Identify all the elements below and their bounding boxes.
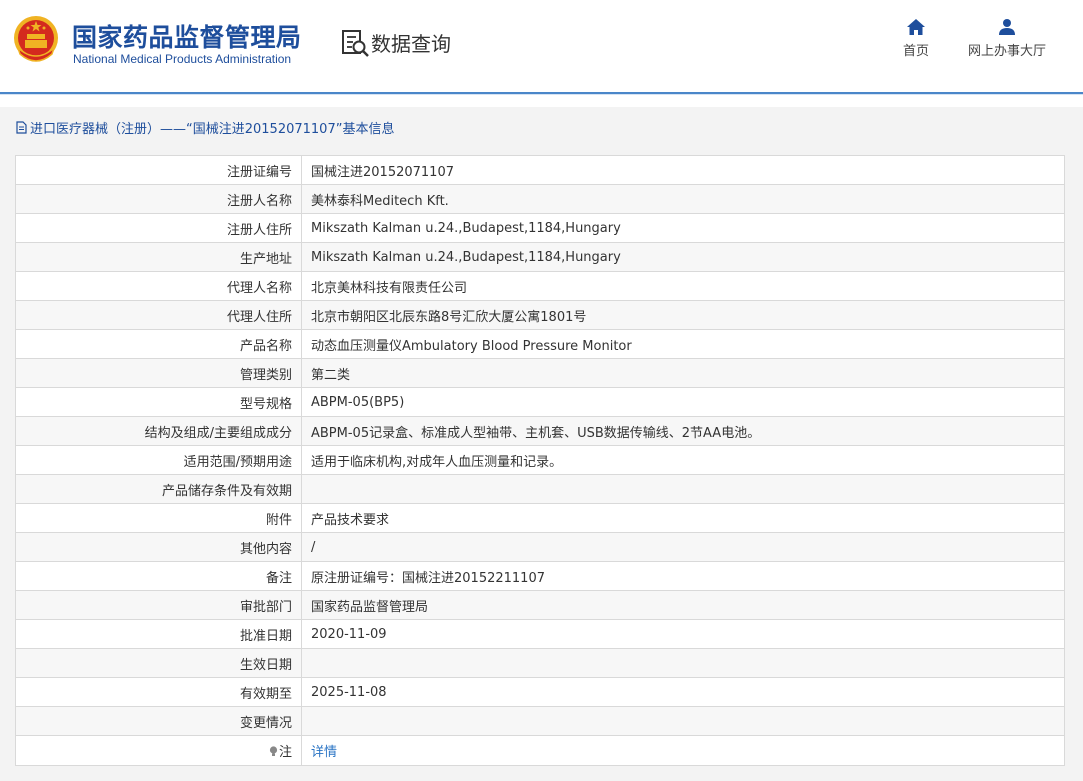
table-row-note: 注 详情 xyxy=(15,735,1065,766)
field-label: 管理类别 xyxy=(15,358,302,388)
field-label: 生产地址 xyxy=(15,242,302,272)
breadcrumb: 进口医疗器械（注册）——“国械注进20152071107”基本信息 xyxy=(16,118,394,137)
table-row: 批准日期 2020-11-09 xyxy=(15,619,1065,649)
field-label: 备注 xyxy=(15,561,302,591)
note-label: 注 xyxy=(278,745,292,760)
field-label: 变更情况 xyxy=(15,706,302,736)
field-label: 产品名称 xyxy=(15,329,302,359)
field-label: 生效日期 xyxy=(15,648,302,678)
field-label: 适用范围/预期用途 xyxy=(15,445,302,475)
header-divider-shadow xyxy=(0,94,1083,95)
field-value: 北京美林科技有限责任公司 xyxy=(301,271,1065,301)
table-row: 附件 产品技术要求 xyxy=(15,503,1065,533)
field-value: 适用于临床机构,对成年人血压测量和记录。 xyxy=(301,445,1065,475)
note-value-cell: 详情 xyxy=(301,735,1065,766)
table-row: 其他内容 / xyxy=(15,532,1065,562)
nav-home-label: 首页 xyxy=(902,43,929,58)
nav-online-hall[interactable]: 网上办事大厅 xyxy=(960,18,1054,59)
field-label: 其他内容 xyxy=(15,532,302,562)
field-value: 2020-11-09 xyxy=(301,619,1065,649)
agency-name-cn: 国家药品监督管理局 xyxy=(72,23,302,52)
registration-details-table: 注册证编号 国械注进20152071107 注册人名称 美林泰科Meditech… xyxy=(15,155,1065,766)
home-icon xyxy=(907,19,925,35)
site-header: 国家药品监督管理局 National Medical Products Admi… xyxy=(0,0,1083,92)
field-value xyxy=(301,706,1065,736)
field-value xyxy=(301,648,1065,678)
table-row: 注册人名称 美林泰科Meditech Kft. xyxy=(15,184,1065,214)
document-icon xyxy=(16,121,27,134)
note-label-cell: 注 xyxy=(15,735,302,766)
table-row: 生效日期 xyxy=(15,648,1065,678)
field-label: 审批部门 xyxy=(15,590,302,620)
field-value: 第二类 xyxy=(301,358,1065,388)
table-row: 管理类别 第二类 xyxy=(15,358,1065,388)
field-label: 注册人住所 xyxy=(15,213,302,243)
field-label: 产品储存条件及有效期 xyxy=(15,474,302,504)
field-value: 产品技术要求 xyxy=(301,503,1065,533)
field-value: 国械注进20152071107 xyxy=(301,155,1065,185)
field-value: ABPM-05(BP5) xyxy=(301,387,1065,417)
field-label: 有效期至 xyxy=(15,677,302,707)
nav-online-hall-label: 网上办事大厅 xyxy=(967,43,1046,58)
table-row: 产品名称 动态血压测量仪Ambulatory Blood Pressure Mo… xyxy=(15,329,1065,359)
nav-home[interactable]: 首页 xyxy=(895,18,937,59)
lightbulb-icon xyxy=(269,746,278,756)
field-label: 批准日期 xyxy=(15,619,302,649)
table-row: 变更情况 xyxy=(15,706,1065,736)
field-value: 原注册证编号：国械注进20152211107 xyxy=(301,561,1065,591)
table-row: 有效期至 2025-11-08 xyxy=(15,677,1065,707)
table-row: 型号规格 ABPM-05(BP5) xyxy=(15,387,1065,417)
field-label: 代理人名称 xyxy=(15,271,302,301)
field-label: 注册证编号 xyxy=(15,155,302,185)
table-row: 审批部门 国家药品监督管理局 xyxy=(15,590,1065,620)
table-row: 生产地址 Mikszath Kalman u.24.,Budapest,1184… xyxy=(15,242,1065,272)
field-label: 结构及组成/主要组成成分 xyxy=(15,416,302,446)
field-value: Mikszath Kalman u.24.,Budapest,1184,Hung… xyxy=(301,213,1065,243)
field-value xyxy=(301,474,1065,504)
field-value: ABPM-05记录盒、标准成人型袖带、主机套、USB数据传输线、2节AA电池。 xyxy=(301,416,1065,446)
field-value: 2025-11-08 xyxy=(301,677,1065,707)
table-row: 注册证编号 国械注进20152071107 xyxy=(15,155,1065,185)
field-label: 代理人住所 xyxy=(15,300,302,330)
field-value: 北京市朝阳区北辰东路8号汇欣大厦公寓1801号 xyxy=(301,300,1065,330)
table-row: 代理人住所 北京市朝阳区北辰东路8号汇欣大厦公寓1801号 xyxy=(15,300,1065,330)
table-row: 注册人住所 Mikszath Kalman u.24.,Budapest,118… xyxy=(15,213,1065,243)
breadcrumb-text: 进口医疗器械（注册）——“国械注进20152071107”基本信息 xyxy=(30,122,395,137)
details-link[interactable]: 详情 xyxy=(311,745,337,760)
agency-name-en: National Medical Products Administration xyxy=(73,52,292,66)
field-value: 美林泰科Meditech Kft. xyxy=(301,184,1065,214)
field-label: 型号规格 xyxy=(15,387,302,417)
table-row: 适用范围/预期用途 适用于临床机构,对成年人血压测量和记录。 xyxy=(15,445,1065,475)
field-label: 附件 xyxy=(15,503,302,533)
field-value: 国家药品监督管理局 xyxy=(301,590,1065,620)
table-row: 代理人名称 北京美林科技有限责任公司 xyxy=(15,271,1065,301)
field-value: 动态血压测量仪Ambulatory Blood Pressure Monitor xyxy=(301,329,1065,359)
table-row: 结构及组成/主要组成成分 ABPM-05记录盒、标准成人型袖带、主机套、USB数… xyxy=(15,416,1065,446)
national-emblem-icon xyxy=(14,16,58,62)
table-row: 备注 原注册证编号：国械注进20152211107 xyxy=(15,561,1065,591)
field-label: 注册人名称 xyxy=(15,184,302,214)
data-query-label: 数据查询 xyxy=(371,31,451,56)
main-content: 进口医疗器械（注册）——“国械注进20152071107”基本信息 注册证编号 … xyxy=(0,107,1083,781)
data-query-link[interactable]: 数据查询 xyxy=(340,26,451,58)
table-row: 产品储存条件及有效期 xyxy=(15,474,1065,504)
field-value: / xyxy=(301,532,1065,562)
field-value: Mikszath Kalman u.24.,Budapest,1184,Hung… xyxy=(301,242,1065,272)
user-icon xyxy=(999,19,1015,35)
document-search-icon xyxy=(342,30,369,57)
